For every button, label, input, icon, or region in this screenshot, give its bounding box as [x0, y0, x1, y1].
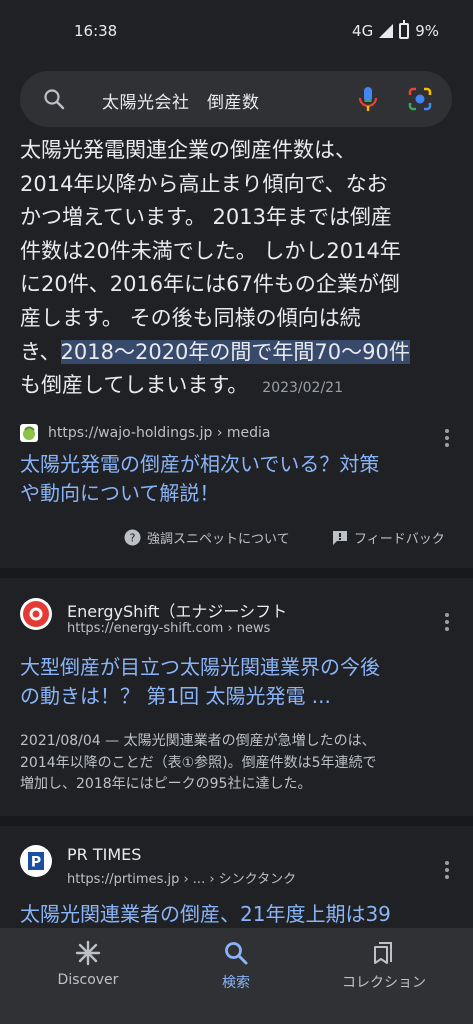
more-options-icon[interactable]: [437, 858, 457, 882]
result-title-link[interactable]: 太陽光関連業者の倒産、21年度上期は39: [20, 900, 460, 929]
snippet-line: 産します。 その後も同様の傾向は続: [20, 305, 361, 330]
status-bar: 16:38 4G 9%: [0, 0, 473, 62]
more-options-icon[interactable]: [437, 610, 457, 634]
result-source[interactable]: P PR TIMES https://prtimes.jp › ... › シン…: [20, 845, 460, 889]
search-icon: [44, 89, 65, 110]
help-icon: ?: [124, 529, 141, 546]
snippet-highlight: 2018〜2020年の間で年間70〜90件: [60, 339, 410, 364]
status-indicators: 4G 9%: [352, 20, 439, 40]
signal-icon: [379, 24, 394, 38]
snippet-line: に20件、2016年には67件もの企業が倒: [20, 272, 400, 297]
battery-level: 9%: [415, 22, 439, 40]
search-icon: [225, 942, 248, 965]
bottom-nav: Discover 検索 コレクション: [0, 928, 473, 1024]
desc-line: 2014年以降のことだ（表①参照)。倒産件数は5年連続で: [20, 754, 377, 771]
snippet-date: 2023/02/21: [262, 380, 343, 397]
snippet-line: 件数は20件未満でした。 しかし2014年: [20, 238, 401, 263]
about-snippet-button[interactable]: ? 強調スニペットについて: [124, 528, 290, 547]
featured-title-link[interactable]: 太陽光発電の倒産が相次いでいる？対策 や動向について解説！: [20, 450, 460, 508]
divider: [0, 816, 473, 826]
snippet-text: も倒産してしまいます。: [20, 373, 249, 398]
title-line: 大型倒産が目立つ太陽光関連業界の今後: [20, 655, 380, 679]
site-url: https://prtimes.jp › ... › シンクタンク: [67, 872, 297, 887]
site-name: PR TIMES: [67, 845, 142, 864]
divider: [0, 568, 473, 578]
mic-icon[interactable]: [353, 84, 383, 114]
nav-search[interactable]: 検索: [161, 928, 311, 1024]
discover-icon: [75, 940, 101, 966]
title-line: 太陽光関連業者の倒産、21年度上期は39: [20, 902, 391, 926]
snippet-line: も倒産してしまいます。 2023/02/21: [20, 369, 460, 406]
source-url: https://wajo-holdings.jp › media: [48, 425, 271, 441]
nav-discover-label: Discover: [57, 972, 119, 988]
snippet-line: き、2018〜2020年の間で年間70〜90件: [20, 336, 460, 370]
search-input[interactable]: 太陽光会社 倒産数: [102, 88, 260, 113]
snippet-line: 太陽光発電関連企業の倒産件数は、: [20, 138, 356, 162]
wajo-favicon-icon: [20, 424, 38, 442]
feedback-icon: [333, 530, 347, 545]
prtimes-logo-icon: P: [20, 845, 52, 877]
snippet-footer: ? 強調スニペットについて フィードバック: [0, 528, 473, 552]
nav-search-label: 検索: [222, 975, 250, 991]
title-line: や動向について解説！: [20, 481, 220, 505]
lens-camera-icon[interactable]: [407, 86, 433, 112]
network-type: 4G: [352, 22, 374, 40]
svg-text:?: ?: [130, 532, 136, 545]
result-title-link[interactable]: 大型倒産が目立つ太陽光関連業界の今後 の動きは！？ 第1回 太陽光発電 ...: [20, 653, 460, 711]
featured-source[interactable]: https://wajo-holdings.jp › media: [20, 422, 270, 444]
site-url: https://energy-shift.com › news: [67, 621, 271, 636]
svg-text:P: P: [31, 855, 41, 871]
feedback-label: フィードバック: [354, 532, 445, 547]
search-bar[interactable]: 太陽光会社 倒産数: [20, 71, 452, 127]
title-line: 太陽光発電の倒産が相次いでいる？対策: [20, 452, 380, 476]
nav-collections-label: コレクション: [342, 975, 426, 991]
energyshift-logo-icon: [20, 598, 52, 630]
feedback-button[interactable]: フィードバック: [332, 528, 445, 547]
featured-snippet: 太陽光発電関連企業の倒産件数は、 2014年以降から高止まり傾向で、なお かつ増…: [20, 134, 460, 406]
desc-line: 増加し、2018年にはピークの95社に達した。: [20, 776, 312, 792]
collections-icon: [374, 942, 392, 964]
result-description: 2021/08/04 — 太陽光関連業者の倒産が急増したのは、 2014年以降の…: [20, 731, 450, 796]
snippet-line: かつ増えています。 2013年までは倒産: [20, 205, 392, 230]
battery-icon: [399, 20, 410, 39]
title-line: の動きは！？ 第1回 太陽光発電 ...: [20, 684, 331, 708]
site-name: EnergyShift（エナジーシフト: [67, 602, 288, 621]
desc-line: 2021/08/04 — 太陽光関連業者の倒産が急増したのは、: [20, 733, 376, 749]
more-options-icon[interactable]: [437, 426, 457, 450]
nav-collections[interactable]: コレクション: [309, 928, 459, 1024]
snippet-line: 2014年以降から高止まり傾向で、なお: [20, 171, 388, 196]
nav-discover[interactable]: Discover: [13, 928, 163, 1024]
snippet-text: き、: [20, 339, 61, 364]
about-snippet-label: 強調スニペットについて: [147, 532, 290, 547]
result-source[interactable]: EnergyShift（エナジーシフト https://energy-shift…: [20, 598, 460, 642]
status-time: 16:38: [74, 22, 118, 40]
